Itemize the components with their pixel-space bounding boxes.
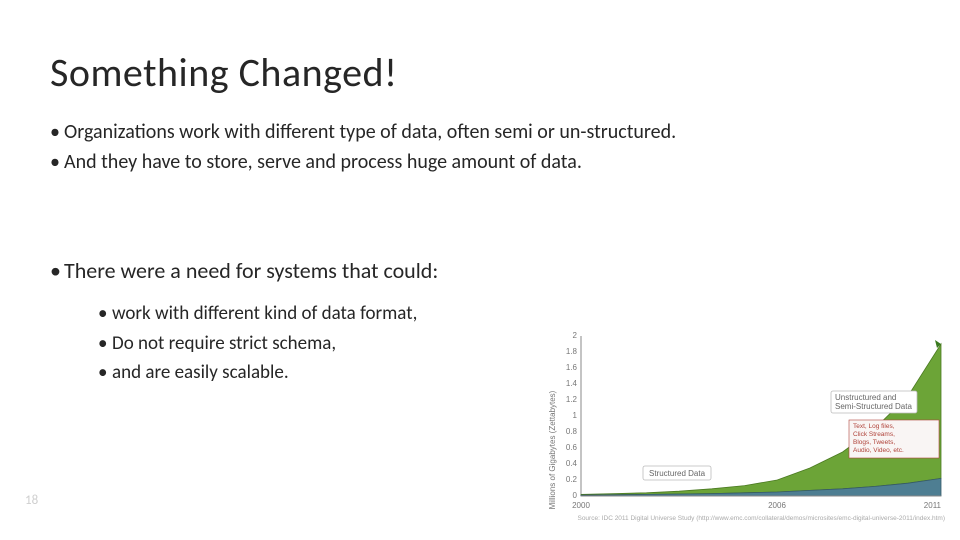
y-tick-label: 0.4	[566, 459, 578, 468]
chart-svg: 0 0.2 0.4 0.6 0.8 1 1.2 1.4 1.6 1.8 2	[545, 330, 950, 525]
y-tick-label: 0.6	[566, 443, 578, 452]
bullet-item: • and are easily scalable.	[98, 359, 417, 387]
series-unstructured	[581, 344, 941, 495]
y-tick-label: 0	[573, 491, 578, 500]
bullet-list-sub: • work with different kind of data forma…	[98, 300, 417, 389]
bullet-icon: •	[98, 359, 112, 387]
y-tick-label: 1.6	[566, 363, 578, 372]
svg-text:Audio, Video, etc.: Audio, Video, etc.	[853, 447, 904, 454]
callout-structured: Structured Data	[643, 466, 711, 480]
y-tick-label: 2	[573, 331, 578, 340]
chart-source: Source: IDC 2011 Digital Universe Study …	[577, 515, 945, 522]
x-tick-label: 2000	[572, 501, 590, 510]
svg-text:Structured Data: Structured Data	[649, 469, 706, 478]
callout-unstructured: Unstructured and Semi-Structured Data	[831, 391, 917, 413]
y-tick-label: 1.8	[566, 347, 578, 356]
x-tick-label: 2011	[924, 501, 942, 510]
x-tick-label: 2006	[768, 501, 786, 510]
svg-text:Text, Log files,: Text, Log files,	[853, 423, 895, 430]
svg-text:Semi-Structured Data: Semi-Structured Data	[835, 402, 912, 411]
bullet-icon: •	[50, 256, 64, 287]
svg-text:Blogs, Tweets,: Blogs, Tweets,	[853, 439, 895, 446]
bullet-text: And they have to store, serve and proces…	[64, 148, 920, 176]
y-tick-label: 1.2	[566, 395, 578, 404]
svg-text:Unstructured and: Unstructured and	[835, 393, 896, 402]
bullet-icon: •	[98, 330, 112, 358]
y-tick-label: 1	[573, 411, 578, 420]
y-tick-label: 1.4	[566, 379, 578, 388]
slide-title: Something Changed!	[50, 48, 398, 97]
bullet-item: • There were a need for systems that cou…	[50, 256, 920, 287]
bullet-icon: •	[50, 118, 64, 146]
y-axis-label: Millions of Gigabytes (Zettabytes)	[548, 390, 557, 509]
slide: Something Changed! • Organizations work …	[0, 0, 960, 540]
bullet-item: • work with different kind of data forma…	[98, 300, 417, 328]
y-tick-label: 0.8	[566, 427, 578, 436]
bullet-item: • Organizations work with different type…	[50, 118, 920, 146]
bullet-text: Do not require strict schema,	[112, 330, 417, 358]
bullet-text: work with different kind of data format,	[112, 300, 417, 328]
y-tick-label: 0.2	[566, 475, 578, 484]
page-number: 18	[25, 493, 38, 508]
bullet-list-top: • Organizations work with different type…	[50, 118, 920, 178]
bullet-icon: •	[50, 148, 64, 176]
bullet-icon: •	[98, 300, 112, 328]
bullet-text: and are easily scalable.	[112, 359, 417, 387]
svg-text:Click Streams,: Click Streams,	[853, 431, 895, 438]
bullet-item: • Do not require strict schema,	[98, 330, 417, 358]
bullet-text: There were a need for systems that could…	[64, 256, 920, 287]
callout-examples: Text, Log files, Click Streams, Blogs, T…	[849, 420, 939, 458]
bullet-list-middle: • There were a need for systems that cou…	[50, 256, 920, 291]
bullet-item: • And they have to store, serve and proc…	[50, 148, 920, 176]
data-growth-chart: 0 0.2 0.4 0.6 0.8 1 1.2 1.4 1.6 1.8 2	[545, 330, 950, 525]
bullet-text: Organizations work with different type o…	[64, 118, 920, 146]
